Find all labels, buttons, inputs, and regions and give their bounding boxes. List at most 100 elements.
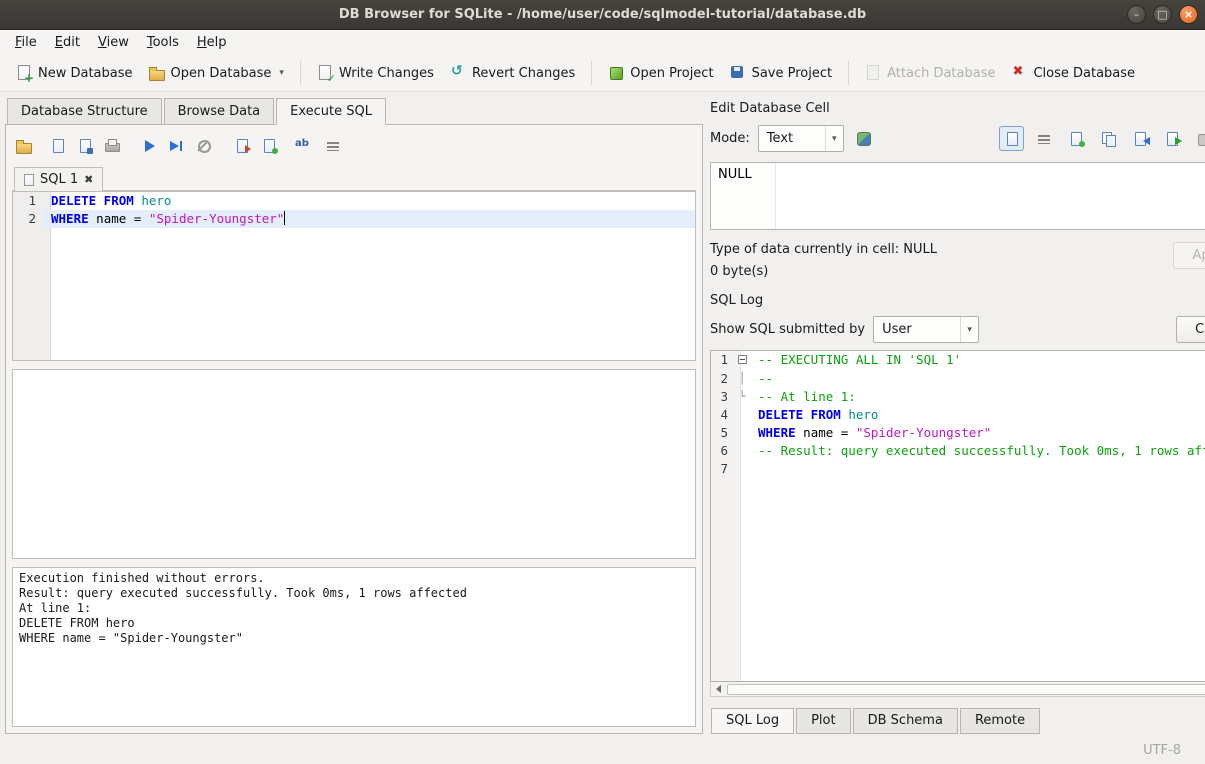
save-results-button[interactable] bbox=[257, 134, 281, 158]
cell-edit-area[interactable]: NULL bbox=[710, 162, 1205, 230]
dock-tab-plot[interactable]: Plot bbox=[796, 708, 851, 734]
dock-tab-sql-log[interactable]: SQL Log bbox=[711, 708, 794, 734]
tab-database-structure[interactable]: Database Structure bbox=[7, 98, 162, 125]
message-line: Execution finished without errors. bbox=[19, 571, 689, 586]
new-database-icon bbox=[16, 65, 32, 81]
tab-execute-sql[interactable]: Execute SQL bbox=[276, 98, 386, 125]
open-sql-file-button[interactable] bbox=[12, 134, 36, 158]
export-icon bbox=[1164, 131, 1180, 147]
export-button[interactable] bbox=[1159, 126, 1184, 151]
filter-label: Show SQL submitted by bbox=[710, 322, 865, 337]
cell-editor-title: Edit Database Cell bbox=[710, 101, 1205, 116]
sql-editor[interactable]: 1DELETE FROM hero2WHERE name = "Spider-Y… bbox=[12, 191, 696, 361]
chevron-down-icon[interactable]: ▾ bbox=[960, 317, 978, 342]
stop-icon bbox=[196, 138, 212, 154]
fold-collapse-icon[interactable] bbox=[738, 355, 747, 364]
sql-editor-code: 1DELETE FROM hero2WHERE name = "Spider-Y… bbox=[13, 192, 695, 228]
left-pane: Database StructureBrowse DataExecute SQL… bbox=[0, 92, 705, 737]
export-results-button[interactable] bbox=[230, 134, 254, 158]
code-line: 1-- EXECUTING ALL IN 'SQL 1' bbox=[711, 351, 1205, 370]
code-line: 6-- Result: query executed successfully.… bbox=[711, 442, 1205, 460]
find-replace-button[interactable] bbox=[289, 134, 313, 158]
save-results-icon bbox=[261, 138, 277, 154]
chevron-down-icon[interactable]: ▾ bbox=[825, 126, 843, 151]
sql-log-view[interactable]: 1-- EXECUTING ALL IN 'SQL 1'2│--3└-- At … bbox=[710, 350, 1205, 682]
execute-current-line-button[interactable] bbox=[165, 134, 189, 158]
mode-combo-value: Text bbox=[759, 131, 825, 146]
sql-tab-bar: SQL 1 ✖ bbox=[12, 164, 696, 191]
execute-current-line-icon bbox=[169, 138, 185, 154]
toolbar-separator bbox=[591, 61, 592, 85]
save-sql-as-icon bbox=[77, 138, 93, 154]
submitter-combo[interactable]: User ▾ bbox=[873, 316, 979, 343]
auto-mode-button[interactable] bbox=[852, 126, 877, 151]
sql-tab[interactable]: SQL 1 ✖ bbox=[14, 167, 103, 191]
word-wrap-icon bbox=[325, 138, 341, 154]
import-button[interactable] bbox=[1127, 126, 1152, 151]
word-wrap-button[interactable] bbox=[321, 134, 345, 158]
open-project-button[interactable]: Open Project bbox=[600, 60, 721, 86]
find-replace-icon bbox=[293, 138, 309, 154]
menu-bar: FileEditViewToolsHelp bbox=[0, 30, 1205, 55]
revert-changes-button[interactable]: Revert Changes bbox=[442, 60, 583, 86]
scrollbar-thumb[interactable] bbox=[727, 684, 1205, 695]
open-project-icon bbox=[608, 65, 624, 81]
menu-file[interactable]: File bbox=[6, 32, 46, 53]
menu-view[interactable]: View bbox=[89, 32, 138, 53]
new-database-button[interactable]: New Database bbox=[8, 60, 141, 86]
copy-button[interactable] bbox=[1095, 126, 1120, 151]
cell-toolbar bbox=[999, 126, 1205, 151]
print-button[interactable] bbox=[100, 134, 124, 158]
write-changes-icon bbox=[317, 65, 333, 81]
print-icon bbox=[104, 138, 120, 154]
execute-all-icon bbox=[142, 138, 158, 154]
maximize-button[interactable]: □ bbox=[1153, 5, 1172, 24]
save-sql-as-button[interactable] bbox=[73, 134, 97, 158]
close-database-icon bbox=[1011, 65, 1027, 81]
code-line: 3└-- At line 1: bbox=[711, 388, 1205, 406]
open-database-button[interactable]: Open Database▾ bbox=[141, 60, 292, 86]
right-pane: Edit Database Cell ✕ Mode: Text ▾ bbox=[705, 92, 1205, 737]
open-sql-file-icon bbox=[16, 138, 32, 154]
close-database-button[interactable]: Close Database bbox=[1003, 60, 1143, 86]
stop-button[interactable] bbox=[192, 134, 216, 158]
menu-edit[interactable]: Edit bbox=[46, 32, 89, 53]
text-view-button[interactable] bbox=[999, 126, 1024, 151]
save-text-button[interactable] bbox=[1063, 126, 1088, 151]
word-wrap-button[interactable] bbox=[1031, 126, 1056, 151]
encoding-indicator: UTF-8 bbox=[1143, 743, 1181, 758]
code-line: 7 bbox=[711, 460, 1205, 478]
menu-tools[interactable]: Tools bbox=[138, 32, 188, 53]
open-database-icon bbox=[149, 65, 165, 81]
close-sql-tab-icon[interactable]: ✖ bbox=[84, 173, 93, 186]
sql-log-filter-row: Show SQL submitted by User ▾ Clear bbox=[710, 316, 1205, 343]
sql-tab-label: SQL 1 bbox=[40, 172, 78, 187]
tab-browse-data[interactable]: Browse Data bbox=[164, 98, 275, 125]
mode-combo[interactable]: Text ▾ bbox=[758, 125, 844, 152]
execute-sql-page: SQL 1 ✖ 1DELETE FROM hero2WHERE name = "… bbox=[5, 124, 703, 734]
dropdown-arrow-icon[interactable]: ▾ bbox=[279, 68, 284, 78]
dock-tab-remote[interactable]: Remote bbox=[960, 708, 1040, 734]
minimize-button[interactable]: – bbox=[1127, 5, 1146, 24]
apply-button: Apply bbox=[1173, 242, 1205, 269]
content-area: Database StructureBrowse DataExecute SQL… bbox=[0, 92, 1205, 737]
menu-help[interactable]: Help bbox=[188, 32, 236, 53]
cell-info-row: Type of data currently in cell: NULL 0 b… bbox=[710, 242, 1205, 279]
close-button[interactable]: × bbox=[1179, 5, 1198, 24]
clear-button[interactable]: Clear bbox=[1176, 316, 1205, 343]
message-line: WHERE name = "Spider-Youngster" bbox=[19, 631, 689, 646]
sql-log-header: SQL Log ✕ bbox=[710, 290, 1205, 310]
save-sql-file-button[interactable] bbox=[46, 134, 70, 158]
code-line: 1DELETE FROM hero bbox=[13, 192, 695, 210]
scroll-left-arrow-icon[interactable] bbox=[711, 682, 726, 696]
revert-changes-icon bbox=[450, 65, 466, 81]
titlebar[interactable]: DB Browser for SQLite - /home/user/code/… bbox=[0, 0, 1205, 30]
results-grid bbox=[12, 369, 696, 559]
write-changes-button[interactable]: Write Changes bbox=[309, 60, 442, 86]
execute-all-button[interactable] bbox=[138, 134, 162, 158]
save-project-button[interactable]: Save Project bbox=[722, 60, 841, 86]
main-tab-bar: Database StructureBrowse DataExecute SQL bbox=[5, 97, 703, 124]
dock-tab-db-schema[interactable]: DB Schema bbox=[853, 708, 958, 734]
set-null-button[interactable] bbox=[1191, 126, 1205, 151]
message-line: Result: query executed successfully. Too… bbox=[19, 586, 689, 601]
